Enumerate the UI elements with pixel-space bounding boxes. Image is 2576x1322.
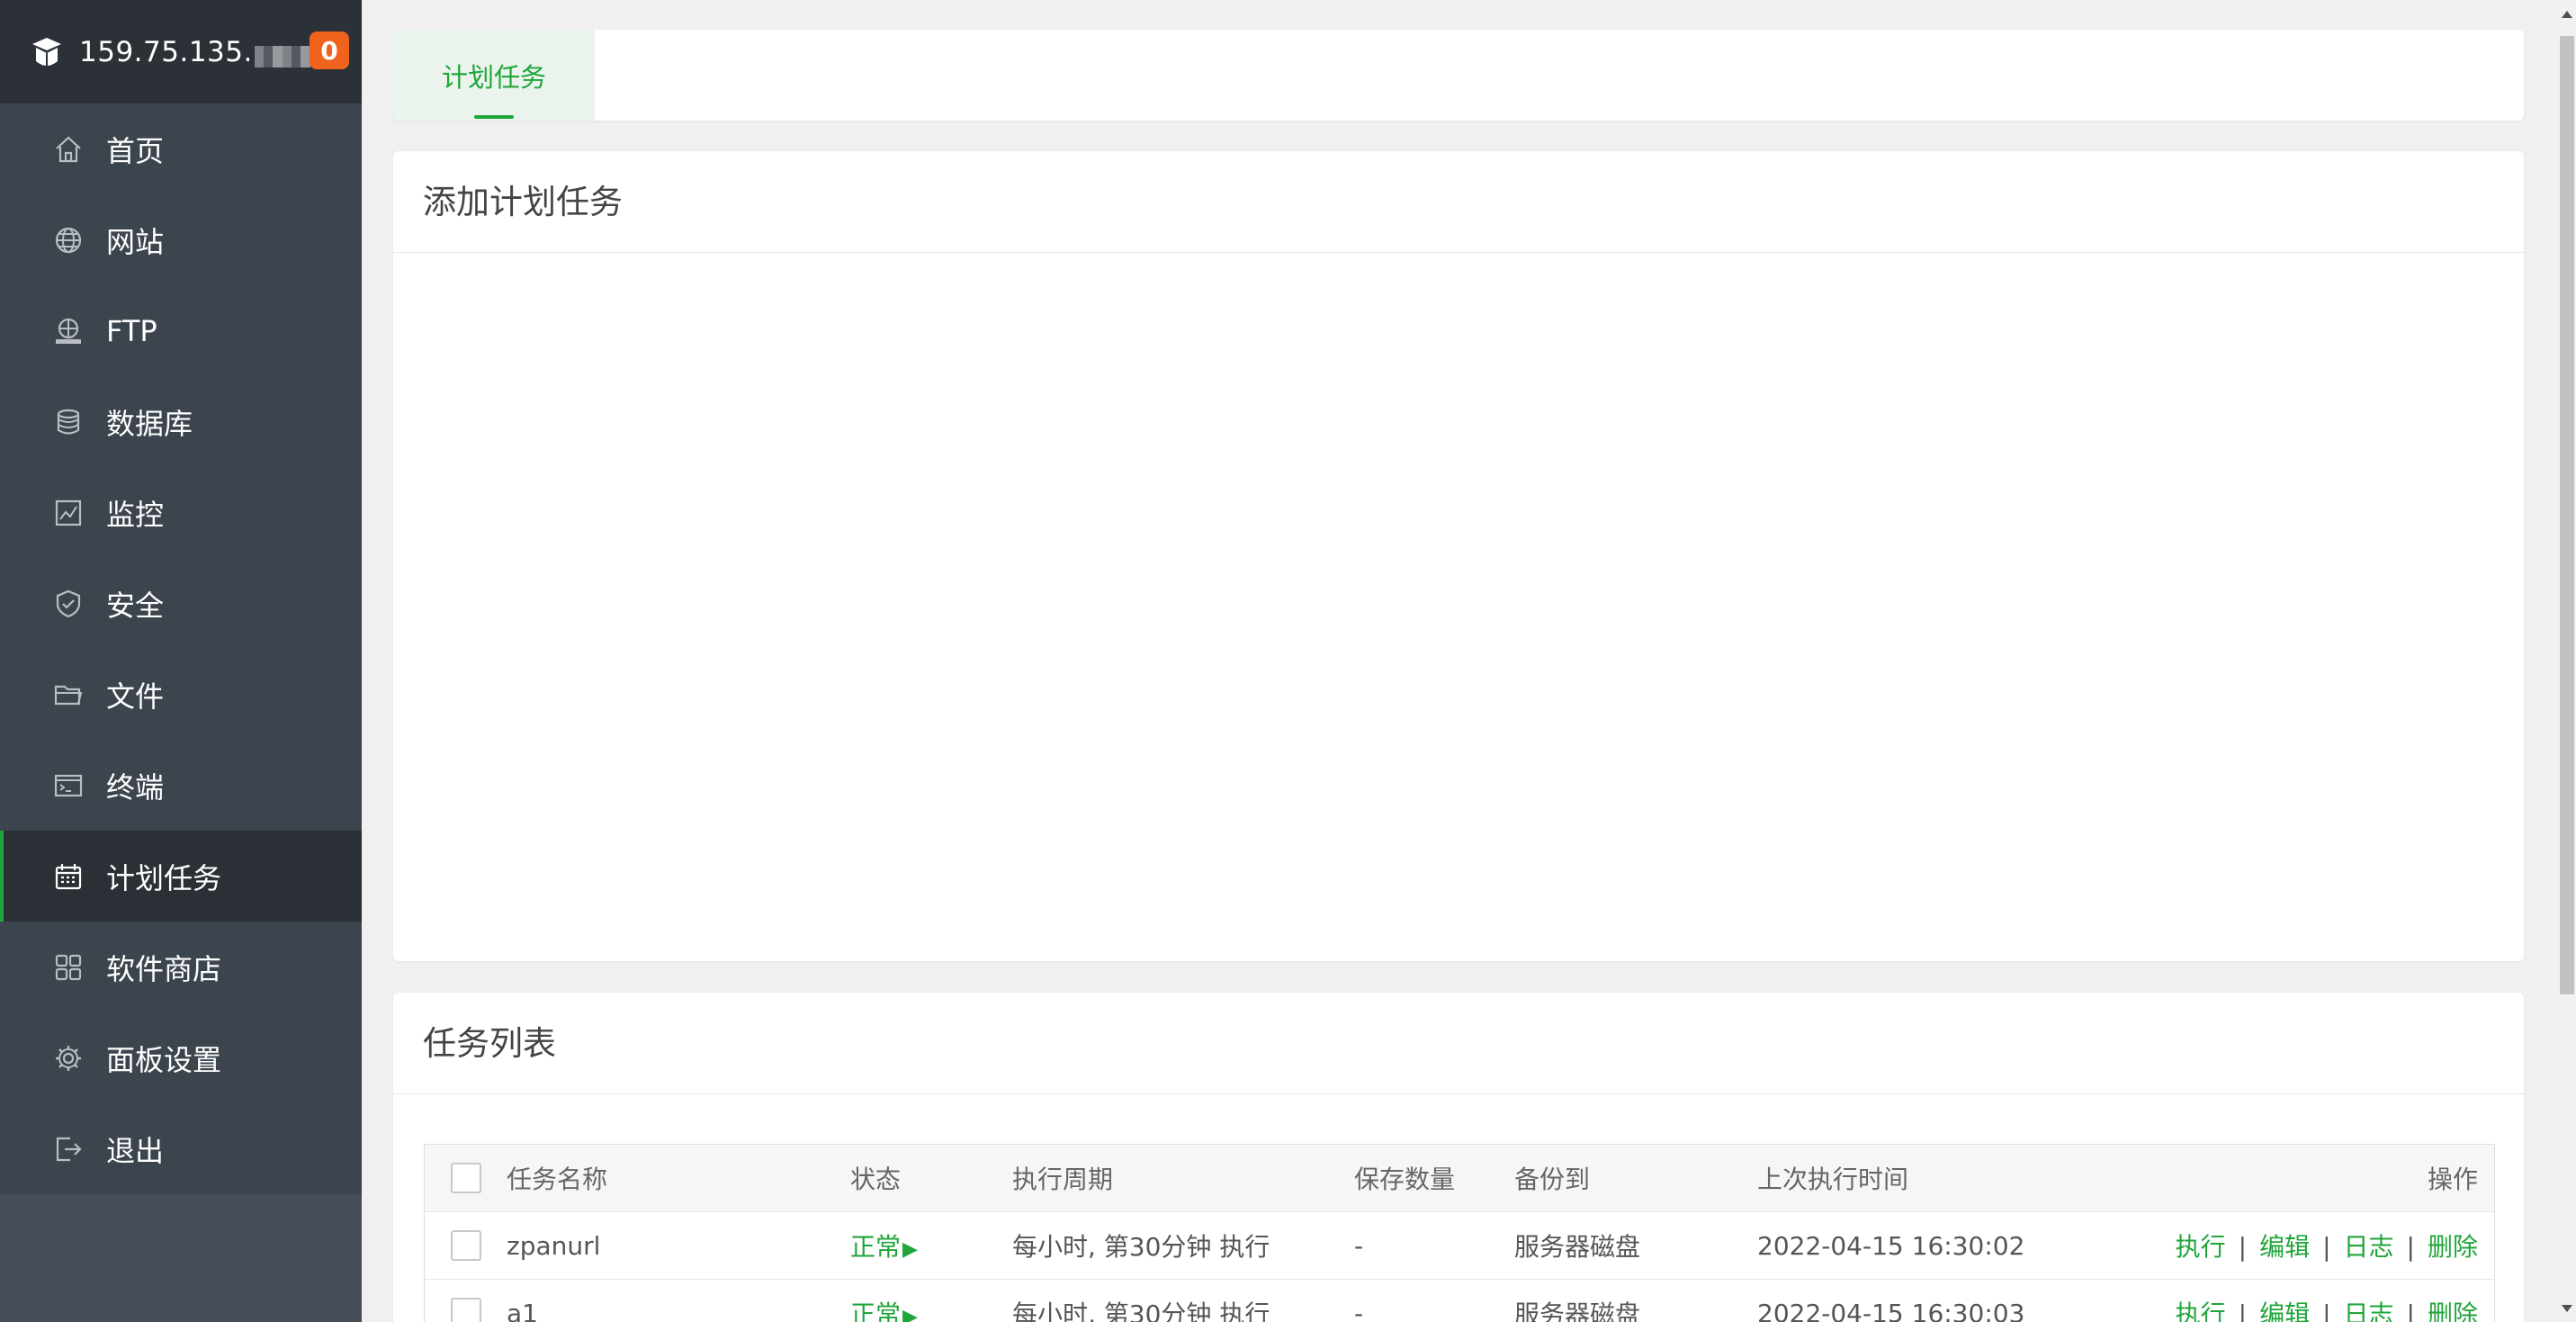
logout-icon [52, 1133, 85, 1165]
sidebar-item-label: 退出 [106, 1133, 165, 1168]
row-checkbox[interactable] [450, 1298, 481, 1322]
sidebar-item-logout[interactable]: 退出 [0, 1103, 362, 1194]
task-actions: 执行 | 编辑 | 日志 | 删除 [2153, 1295, 2494, 1322]
column-header: 任务名称 [507, 1165, 608, 1194]
ip-mask [254, 46, 310, 67]
action-separator: | [2322, 1300, 2331, 1322]
sidebar-item-label: 监控 [106, 497, 165, 532]
row-checkbox[interactable] [450, 1230, 481, 1261]
add-task-title: 添加计划任务 [393, 151, 2524, 253]
action-separator: | [2406, 1300, 2415, 1322]
database-icon [52, 406, 85, 438]
add-task-card: 添加计划任务 [393, 151, 2524, 961]
task-last-run: 2022-04-15 16:30:03 [1757, 1298, 2025, 1322]
sidebar-item-label: 网站 [106, 224, 165, 259]
sidebar-item-crontab[interactable]: 计划任务 [0, 831, 362, 922]
select-all-checkbox[interactable] [450, 1163, 481, 1193]
calendar-icon [52, 860, 85, 893]
sidebar-item-security[interactable]: 安全 [0, 558, 362, 649]
sidebar-item-database[interactable]: 数据库 [0, 376, 362, 467]
play-icon: ▶ [902, 1306, 918, 1322]
tab-crontab[interactable]: 计划任务 [393, 30, 595, 121]
run-task-link[interactable]: 执行 [2176, 1300, 2226, 1322]
column-header: 执行周期 [1012, 1165, 1114, 1194]
folder-icon [52, 679, 85, 711]
task-cycle: 每小时, 第30分钟 执行 [1012, 1232, 1270, 1262]
play-icon: ▶ [902, 1238, 918, 1261]
table-row: zpanurl 正常▶ 每小时, 第30分钟 执行 - 服务器磁盘 2022-0… [425, 1212, 2494, 1280]
sidebar: 159.75.135. 0 首页 网站 FTP 数据库 监控 安全 文件 终端 … [0, 0, 362, 1322]
sidebar-header: 159.75.135. 0 [0, 0, 362, 103]
scroll-up-arrow-icon[interactable] [2562, 11, 2572, 18]
edit-task-link[interactable]: 编辑 [2259, 1300, 2310, 1322]
sidebar-item-label: FTP [106, 313, 157, 348]
sidebar-item-label: 计划任务 [106, 860, 222, 895]
column-header: 上次执行时间 [1757, 1165, 1909, 1194]
delete-task-link[interactable]: 删除 [2428, 1232, 2478, 1262]
column-header: 保存数量 [1354, 1165, 1456, 1194]
gear-icon [52, 1042, 85, 1075]
sidebar-menu: 首页 网站 FTP 数据库 监控 安全 文件 终端 计划任务 软件商店 面板设置… [0, 103, 362, 1194]
sidebar-item-settings[interactable]: 面板设置 [0, 1012, 362, 1103]
edit-task-link[interactable]: 编辑 [2259, 1232, 2310, 1262]
delete-task-link[interactable]: 删除 [2428, 1300, 2478, 1322]
sidebar-item-files[interactable]: 文件 [0, 649, 362, 740]
sidebar-item-monitor[interactable]: 监控 [0, 467, 362, 558]
task-keep-count: - [1354, 1298, 1364, 1322]
task-log-link[interactable]: 日志 [2344, 1232, 2394, 1262]
sidebar-item-label: 文件 [106, 679, 165, 714]
task-status-toggle[interactable]: 正常▶ [850, 1232, 918, 1262]
action-separator: | [2238, 1232, 2248, 1262]
task-log-link[interactable]: 日志 [2344, 1300, 2394, 1322]
sidebar-item-label: 软件商店 [106, 951, 222, 986]
run-task-link[interactable]: 执行 [2176, 1232, 2226, 1262]
home-icon [52, 133, 85, 166]
notification-badge[interactable]: 0 [310, 31, 349, 69]
action-separator: | [2238, 1300, 2248, 1322]
task-last-run: 2022-04-15 16:30:02 [1757, 1230, 2025, 1261]
scroll-down-arrow-icon[interactable] [2562, 1305, 2572, 1312]
task-list-title: 任务列表 [393, 993, 2524, 1094]
sidebar-item-appstore[interactable]: 软件商店 [0, 922, 362, 1012]
panel-logo-icon [32, 37, 61, 67]
tab-bar: 计划任务 [393, 30, 2524, 121]
action-separator: | [2322, 1232, 2331, 1262]
server-ip: 159.75.135. [79, 36, 310, 68]
task-cycle: 每小时, 第30分钟 执行 [1012, 1300, 1270, 1322]
monitor-icon [52, 497, 85, 529]
sidebar-item-label: 首页 [106, 133, 165, 168]
column-header: 备份到 [1514, 1165, 1591, 1194]
task-status-toggle[interactable]: 正常▶ [850, 1300, 918, 1322]
task-actions: 执行 | 编辑 | 日志 | 删除 [2153, 1228, 2494, 1264]
sidebar-item-home[interactable]: 首页 [0, 103, 362, 194]
shield-icon [52, 588, 85, 620]
sidebar-item-ftp[interactable]: FTP [0, 285, 362, 376]
column-header: 操作 [2427, 1165, 2478, 1194]
sidebar-item-label: 面板设置 [106, 1042, 222, 1077]
apps-grid-icon [52, 951, 85, 984]
ftp-icon [52, 315, 85, 347]
action-separator: | [2406, 1232, 2415, 1262]
page-scrollbar[interactable] [2558, 0, 2576, 1322]
table-header: 任务名称 状态 执行周期 保存数量 备份到 上次执行时间 操作 [425, 1145, 2494, 1212]
column-header: 状态 [850, 1165, 902, 1194]
sidebar-item-website[interactable]: 网站 [0, 194, 362, 285]
sidebar-footer-area [0, 1194, 362, 1322]
task-keep-count: - [1354, 1230, 1364, 1261]
table-row: a1 正常▶ 每小时, 第30分钟 执行 - 服务器磁盘 2022-04-15 … [425, 1280, 2494, 1322]
task-name: zpanurl [507, 1230, 601, 1261]
globe-icon [52, 224, 85, 256]
sidebar-item-label: 数据库 [106, 406, 193, 441]
task-name: a1 [507, 1298, 538, 1322]
task-list-card: 任务列表 任务名称 状态 执行周期 保存数量 备份到 上次执行时间 操作 zpa… [393, 993, 2524, 1322]
task-backup-target: 服务器磁盘 [1514, 1300, 1641, 1322]
sidebar-item-label: 终端 [106, 769, 165, 805]
terminal-icon [52, 769, 85, 802]
sidebar-item-label: 安全 [106, 588, 165, 623]
sidebar-item-terminal[interactable]: 终端 [0, 740, 362, 831]
scroll-thumb[interactable] [2560, 36, 2574, 994]
task-table: 任务名称 状态 执行周期 保存数量 备份到 上次执行时间 操作 zpanurl … [424, 1144, 2495, 1322]
task-backup-target: 服务器磁盘 [1514, 1232, 1641, 1262]
